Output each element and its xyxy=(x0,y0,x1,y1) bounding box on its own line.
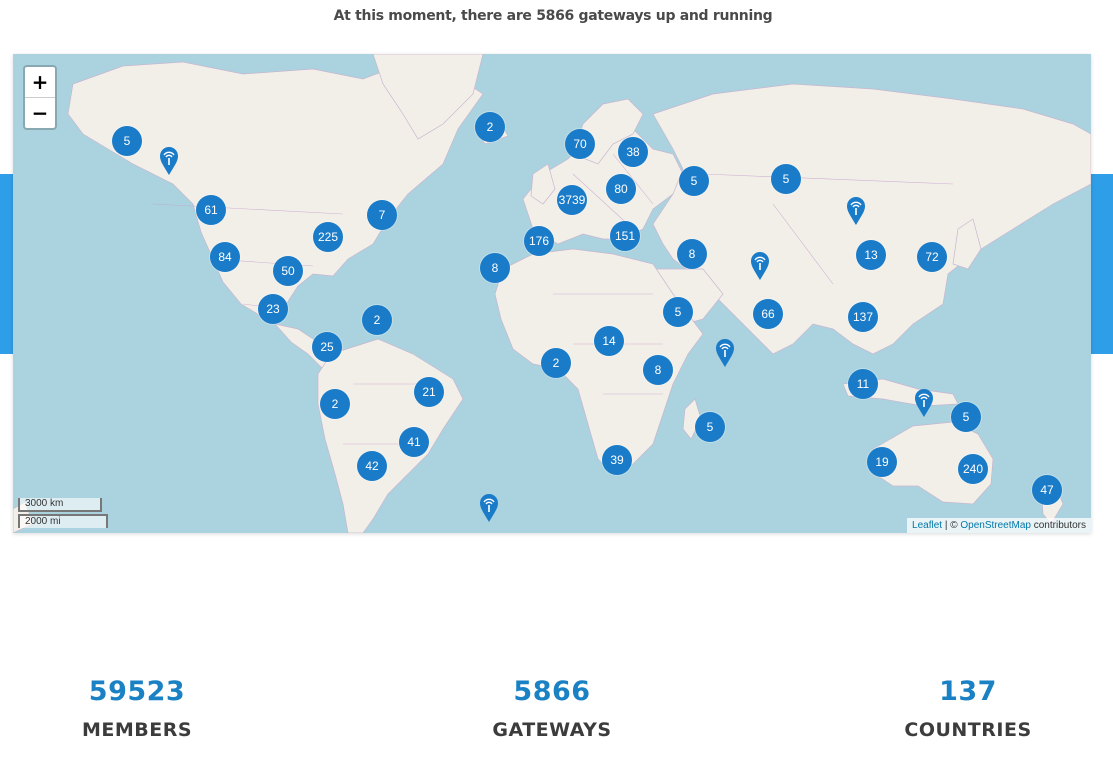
stat-value: 5866 xyxy=(513,676,591,707)
cluster-marker[interactable]: 137 xyxy=(848,302,878,332)
cluster-marker[interactable]: 5 xyxy=(951,402,981,432)
cluster-marker[interactable]: 41 xyxy=(399,427,429,457)
cluster-marker[interactable]: 23 xyxy=(258,294,288,324)
leaflet-link[interactable]: Leaflet xyxy=(912,520,942,531)
scale-km: 3000 km xyxy=(18,498,102,512)
stat-label: COUNTRIES xyxy=(904,719,1032,741)
cluster-marker[interactable]: 70 xyxy=(565,129,595,159)
cluster-marker[interactable]: 11 xyxy=(848,369,878,399)
cluster-marker[interactable]: 8 xyxy=(643,355,673,385)
attribution-suffix: contributors xyxy=(1030,520,1086,531)
cluster-marker[interactable]: 80 xyxy=(606,174,636,204)
cluster-marker[interactable]: 7 xyxy=(367,200,397,230)
cluster-marker[interactable]: 5 xyxy=(771,164,801,194)
cluster-marker[interactable]: 38 xyxy=(618,137,648,167)
world-basemap xyxy=(13,54,1091,533)
cluster-marker[interactable]: 240 xyxy=(958,454,988,484)
cluster-marker[interactable]: 13 xyxy=(856,240,886,270)
cluster-marker[interactable]: 151 xyxy=(610,221,640,251)
cluster-marker[interactable]: 2 xyxy=(362,305,392,335)
zoom-in-button[interactable]: + xyxy=(25,67,55,98)
headline: At this moment, there are 5866 gateways … xyxy=(333,8,773,24)
cluster-marker[interactable]: 2 xyxy=(541,348,571,378)
cluster-marker[interactable]: 84 xyxy=(210,242,240,272)
gateway-pin-icon[interactable] xyxy=(159,146,179,176)
cluster-marker[interactable]: 21 xyxy=(414,377,444,407)
gateway-pin-icon[interactable] xyxy=(750,251,770,281)
cluster-marker[interactable]: 25 xyxy=(312,332,342,362)
cluster-marker[interactable]: 50 xyxy=(273,256,303,286)
cluster-marker[interactable]: 8 xyxy=(480,253,510,283)
attribution-separator: | © xyxy=(942,520,961,531)
stat-value: 59523 xyxy=(88,676,186,707)
stat-label: GATEWAYS xyxy=(492,719,612,741)
gateway-pin-icon[interactable] xyxy=(846,196,866,226)
stat-countries: 137 COUNTRIES xyxy=(868,676,1068,741)
cluster-marker[interactable]: 72 xyxy=(917,242,947,272)
cluster-marker[interactable]: 176 xyxy=(524,226,554,256)
cluster-marker[interactable]: 2 xyxy=(320,389,350,419)
gateway-pin-icon[interactable] xyxy=(479,493,499,523)
scale-mi: 2000 mi xyxy=(18,514,108,528)
zoom-control: + − xyxy=(23,65,57,130)
cluster-marker[interactable]: 2 xyxy=(475,112,505,142)
map-attribution: Leaflet | © OpenStreetMap contributors xyxy=(907,518,1091,533)
cluster-marker[interactable]: 5 xyxy=(112,126,142,156)
cluster-marker[interactable]: 14 xyxy=(594,326,624,356)
stat-label: MEMBERS xyxy=(81,719,193,741)
cluster-marker[interactable]: 8 xyxy=(677,239,707,269)
cluster-marker[interactable]: 47 xyxy=(1032,475,1062,505)
stat-members: 59523 MEMBERS xyxy=(37,676,237,741)
gateway-pin-icon[interactable] xyxy=(914,388,934,418)
osm-link[interactable]: OpenStreetMap xyxy=(960,520,1031,531)
cluster-marker[interactable]: 66 xyxy=(753,299,783,329)
cluster-marker[interactable]: 5 xyxy=(695,412,725,442)
zoom-out-button[interactable]: − xyxy=(25,98,55,128)
cluster-marker[interactable]: 225 xyxy=(313,222,343,252)
stat-gateways: 5866 GATEWAYS xyxy=(452,676,652,741)
cluster-marker[interactable]: 42 xyxy=(357,451,387,481)
cluster-marker[interactable]: 5 xyxy=(679,166,709,196)
gateway-map[interactable]: + − 5 2 70 38 5 5 80 61 7 3739 225 176 1… xyxy=(13,54,1091,533)
cluster-marker[interactable]: 3739 xyxy=(557,185,587,215)
scale-bar: 3000 km 2000 mi xyxy=(18,498,108,528)
cluster-marker[interactable]: 19 xyxy=(867,447,897,477)
cluster-marker[interactable]: 5 xyxy=(663,297,693,327)
cluster-marker[interactable]: 61 xyxy=(196,195,226,225)
gateway-pin-icon[interactable] xyxy=(715,338,735,368)
stat-value: 137 xyxy=(939,676,997,707)
cluster-marker[interactable]: 39 xyxy=(602,445,632,475)
